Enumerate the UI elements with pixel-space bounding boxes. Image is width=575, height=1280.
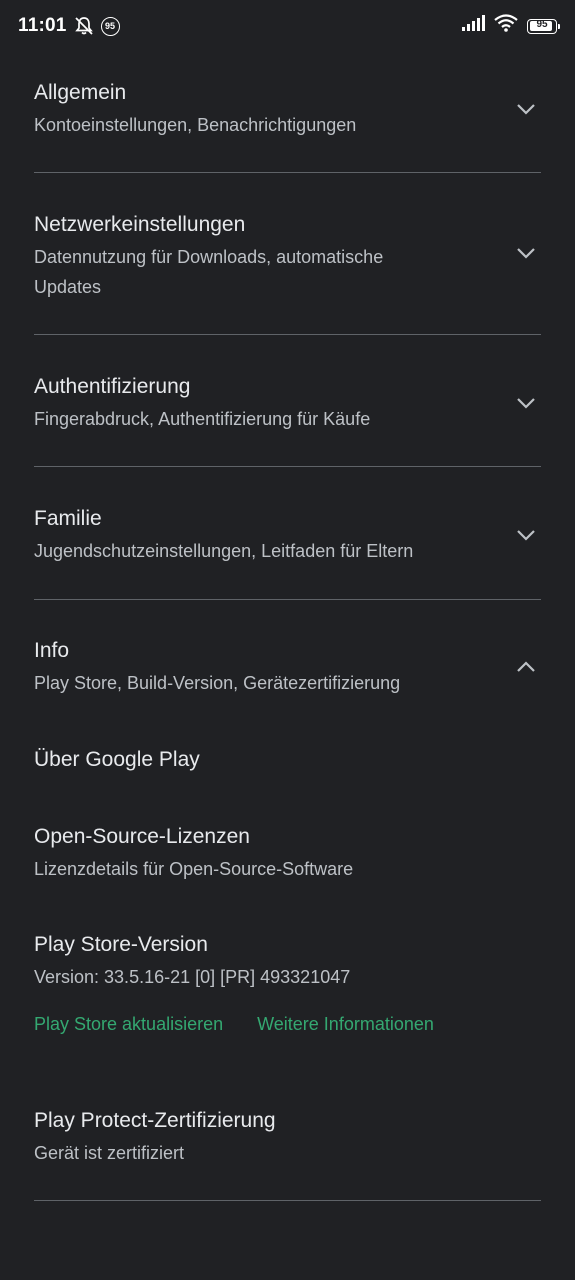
section-subtitle: Fingerabdruck, Authentifizierung für Käu… <box>34 409 371 429</box>
chevron-down-icon[interactable] <box>513 240 539 266</box>
section-family[interactable]: Familie Jugendschutzeinstellungen, Leitf… <box>34 504 541 566</box>
section-subtitle: Datennutzung für Downloads, automatische… <box>34 242 513 302</box>
section-subtitle-line: Datennutzung für Downloads, automatische <box>34 247 384 267</box>
section-subtitle: Kontoeinstellungen, Benachrichtigungen <box>34 115 357 135</box>
play-protect-certification-item[interactable]: Play Protect-Zertifizierung Gerät ist ze… <box>34 1106 541 1168</box>
item-title: Über Google Play <box>34 748 200 771</box>
play-store-version-item: Play Store-Version Version: 33.5.16-21 [… <box>34 930 541 992</box>
status-bar: 11:01 95 95 <box>0 0 575 52</box>
item-subtitle: Gerät ist zertifiziert <box>34 1143 185 1163</box>
item-subtitle: Lizenzdetails für Open-Source-Software <box>34 859 354 879</box>
section-info[interactable]: Info Play Store, Build-Version, Geräteze… <box>34 636 541 698</box>
divider <box>34 334 541 335</box>
chevron-down-icon[interactable] <box>513 522 539 548</box>
chevron-down-icon[interactable] <box>513 96 539 122</box>
divider <box>34 1200 541 1201</box>
version-links: Play Store aktualisieren Weitere Informa… <box>34 1014 434 1035</box>
item-title: Open-Source-Lizenzen <box>34 825 250 848</box>
wifi-icon <box>493 13 519 39</box>
section-subtitle: Jugendschutzeinstellungen, Leitfaden für… <box>34 541 414 561</box>
version-text: Version: 33.5.16-21 [0] [PR] 493321047 <box>34 967 351 987</box>
update-play-store-link[interactable]: Play Store aktualisieren <box>34 1014 223 1035</box>
section-title: Familie <box>34 507 102 530</box>
divider <box>34 172 541 173</box>
battery-level: 95 <box>536 18 548 30</box>
chevron-down-icon[interactable] <box>513 390 539 416</box>
section-title: Netzwerkeinstellungen <box>34 213 246 236</box>
section-subtitle-line: Updates <box>34 277 102 297</box>
chevron-up-icon[interactable] <box>513 654 539 680</box>
about-google-play-item[interactable]: Über Google Play <box>34 745 541 775</box>
section-title: Authentifizierung <box>34 375 191 398</box>
divider <box>34 599 541 600</box>
divider <box>34 466 541 467</box>
section-authentication[interactable]: Authentifizierung Fingerabdruck, Authent… <box>34 372 541 434</box>
section-title: Info <box>34 639 70 662</box>
bell-off-icon <box>73 16 95 36</box>
section-general[interactable]: Allgemein Kontoeinstellungen, Benachrich… <box>34 78 541 140</box>
battery-icon: 95 <box>527 18 560 34</box>
open-source-licenses-item[interactable]: Open-Source-Lizenzen Lizenzdetails für O… <box>34 822 541 884</box>
more-info-link[interactable]: Weitere Informationen <box>257 1014 434 1035</box>
item-title: Play Protect-Zertifizierung <box>34 1109 276 1132</box>
section-network[interactable]: Netzwerkeinstellungen Datennutzung für D… <box>34 210 541 302</box>
section-title: Allgemein <box>34 81 127 104</box>
status-time: 11:01 <box>18 15 67 36</box>
notification-count-badge: 95 <box>100 16 120 36</box>
battery-tip <box>558 23 560 29</box>
signal-icon <box>461 15 485 37</box>
section-subtitle: Play Store, Build-Version, Gerätezertifi… <box>34 673 401 693</box>
item-title: Play Store-Version <box>34 933 208 956</box>
